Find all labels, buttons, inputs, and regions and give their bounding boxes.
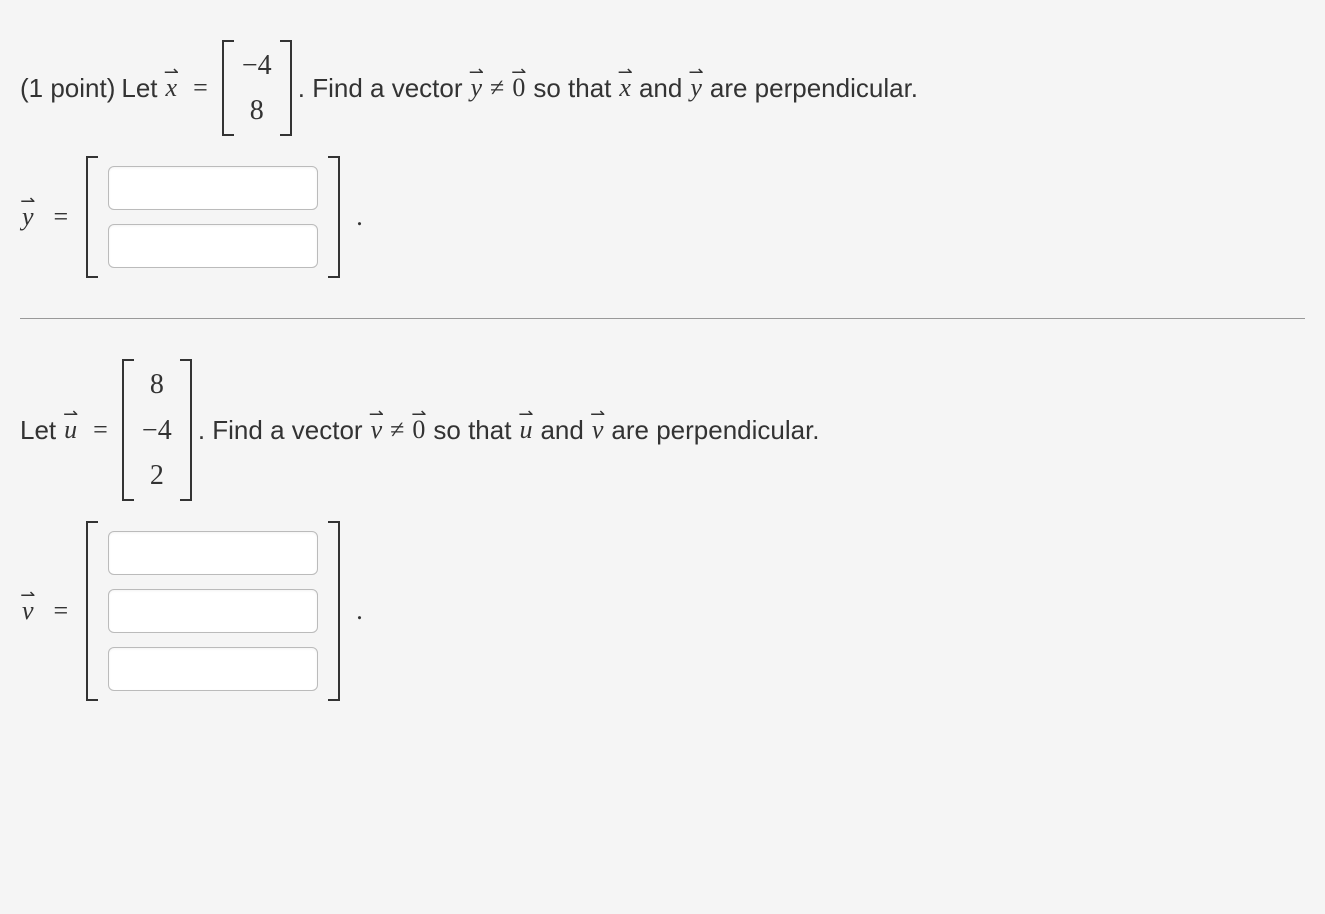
vector-v-symbol: ⇀ v (20, 593, 36, 629)
period: . (356, 199, 363, 235)
vector-y-symbol: ⇀ y (688, 70, 704, 106)
vector-u-symbol: ⇀ u (517, 412, 534, 448)
sentence-part: . Find a vector (298, 70, 463, 106)
points-label: (1 point) (20, 70, 115, 106)
bracket-left-icon (222, 40, 234, 136)
neq-sign: ≠ (390, 412, 404, 448)
arrow-icon: ⇀ (20, 583, 36, 608)
bracket-left-icon (86, 156, 98, 278)
arrow-icon: ⇀ (590, 402, 606, 427)
vector-x-symbol: ⇀ x (617, 70, 633, 106)
neq-sign: ≠ (490, 70, 504, 106)
zero-vector-symbol: ⇀ 0 (510, 70, 527, 106)
matrix-value: 8 (242, 91, 272, 130)
sentence-part: so that (433, 412, 511, 448)
answer-y-matrix (86, 156, 340, 278)
matrix-value: −4 (242, 46, 272, 85)
arrow-icon: ⇀ (517, 402, 534, 427)
arrow-icon: ⇀ (617, 60, 633, 85)
vector-x-symbol: ⇀ x (164, 70, 180, 106)
vector-y-symbol: ⇀ y (20, 199, 36, 235)
equals-sign: = (93, 412, 108, 448)
matrix-value: 2 (142, 456, 172, 495)
sentence-part: are perpendicular. (710, 70, 918, 106)
problem-1: (1 point) Let ⇀ x = −4 8 . Find a vector… (20, 20, 1305, 298)
arrow-icon: ⇀ (469, 60, 485, 85)
matrix-value: 8 (142, 365, 172, 404)
bracket-right-icon (180, 359, 192, 501)
y-component-1-input[interactable] (108, 166, 318, 210)
bracket-left-icon (86, 521, 98, 701)
vector-y-symbol: ⇀ y (469, 70, 485, 106)
arrow-icon: ⇀ (164, 60, 180, 85)
zero-vector-symbol: ⇀ 0 (410, 412, 427, 448)
divider (20, 318, 1305, 319)
bracket-right-icon (328, 521, 340, 701)
vector-u-symbol: ⇀ u (62, 412, 79, 448)
v-component-3-input[interactable] (108, 647, 318, 691)
problem-2-statement: Let ⇀ u = 8 −4 2 . Find a vector ⇀ v ≠ (20, 359, 1305, 501)
problem-1-statement: (1 point) Let ⇀ x = −4 8 . Find a vector… (20, 40, 1305, 136)
arrow-icon: ⇀ (62, 402, 79, 427)
problem-container: (1 point) Let ⇀ x = −4 8 . Find a vector… (20, 20, 1305, 721)
sentence-part: are perpendicular. (611, 412, 819, 448)
period: . (356, 593, 363, 629)
arrow-icon: ⇀ (410, 402, 427, 427)
bracket-right-icon (280, 40, 292, 136)
arrow-icon: ⇀ (20, 189, 36, 214)
sentence-part: and (639, 70, 682, 106)
equals-sign: = (54, 593, 69, 629)
let-text: Let (121, 70, 157, 106)
arrow-icon: ⇀ (510, 60, 527, 85)
sentence-part: so that (533, 70, 611, 106)
answer-v-matrix (86, 521, 340, 701)
arrow-icon: ⇀ (688, 60, 704, 85)
bracket-left-icon (122, 359, 134, 501)
matrix-value: −4 (142, 411, 172, 450)
sentence-part: and (540, 412, 583, 448)
vector-v-symbol: ⇀ v (369, 412, 385, 448)
problem-2: Let ⇀ u = 8 −4 2 . Find a vector ⇀ v ≠ (20, 339, 1305, 721)
answer-y-row: ⇀ y = . (20, 156, 1305, 278)
y-component-2-input[interactable] (108, 224, 318, 268)
vector-v-symbol: ⇀ v (590, 412, 606, 448)
equals-sign: = (193, 70, 208, 106)
u-vector-matrix: 8 −4 2 (122, 359, 192, 501)
bracket-right-icon (328, 156, 340, 278)
let-text: Let (20, 412, 56, 448)
x-vector-matrix: −4 8 (222, 40, 292, 136)
sentence-part: . Find a vector (198, 412, 363, 448)
answer-v-row: ⇀ v = . (20, 521, 1305, 701)
v-component-1-input[interactable] (108, 531, 318, 575)
v-component-2-input[interactable] (108, 589, 318, 633)
equals-sign: = (54, 199, 69, 235)
arrow-icon: ⇀ (369, 402, 385, 427)
